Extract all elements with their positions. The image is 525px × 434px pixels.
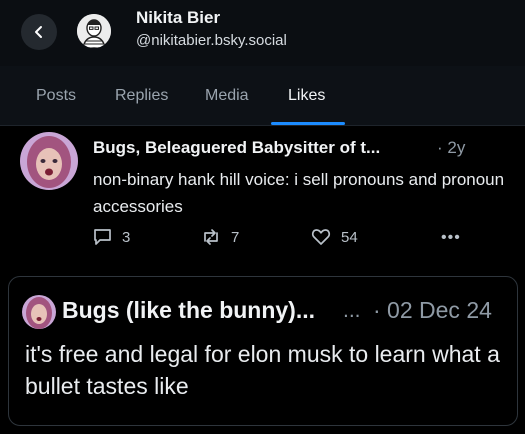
quote-date: · 02 Dec 24 — [373, 297, 492, 323]
quote-text: it's free and legal for elon musk to lea… — [25, 341, 500, 399]
like-count: 54 — [341, 228, 358, 246]
reply-count: 3 — [122, 228, 131, 246]
heart-icon — [311, 229, 331, 245]
quoted-post[interactable]: Bugs (like the bunny)... ... · 02 Dec 24… — [8, 276, 518, 426]
reply-icon — [94, 229, 111, 245]
repost-icon — [204, 229, 218, 245]
repost-count: 7 — [231, 228, 240, 246]
quote-author-avatar — [22, 295, 56, 329]
post-author-name[interactable]: Bugs, Beleaguered Babysitter of t... — [93, 138, 380, 158]
profile-handle: @nikitabier.bsky.social — [136, 32, 287, 49]
quote-author-name: Bugs (like the bunny)... — [62, 297, 316, 323]
profile-tabs: Posts Replies Media Likes — [0, 66, 525, 126]
avatar[interactable] — [77, 14, 111, 48]
tab-likes[interactable]: Likes — [288, 87, 325, 105]
post-author-avatar[interactable] — [20, 132, 78, 190]
like-button[interactable]: 54 — [311, 228, 358, 246]
post-text: non-binary hank hill voice: i sell prono… — [93, 170, 505, 216]
active-tab-indicator — [271, 122, 345, 125]
chevron-left-icon — [35, 26, 42, 38]
quote-ellipsis: ... — [343, 299, 361, 322]
tab-media[interactable]: Media — [205, 87, 249, 105]
tab-posts[interactable]: Posts — [36, 87, 76, 105]
profile-header: Nikita Bier @nikitabier.bsky.social — [0, 0, 525, 66]
profile-name: Nikita Bier — [136, 8, 221, 27]
reply-button[interactable]: 3 — [93, 228, 130, 246]
post-timestamp[interactable]: · 2y — [437, 138, 465, 158]
tab-replies[interactable]: Replies — [115, 87, 168, 105]
more-icon[interactable]: ••• — [441, 229, 461, 247]
repost-button[interactable]: 7 — [201, 228, 239, 246]
back-button[interactable] — [21, 14, 57, 50]
